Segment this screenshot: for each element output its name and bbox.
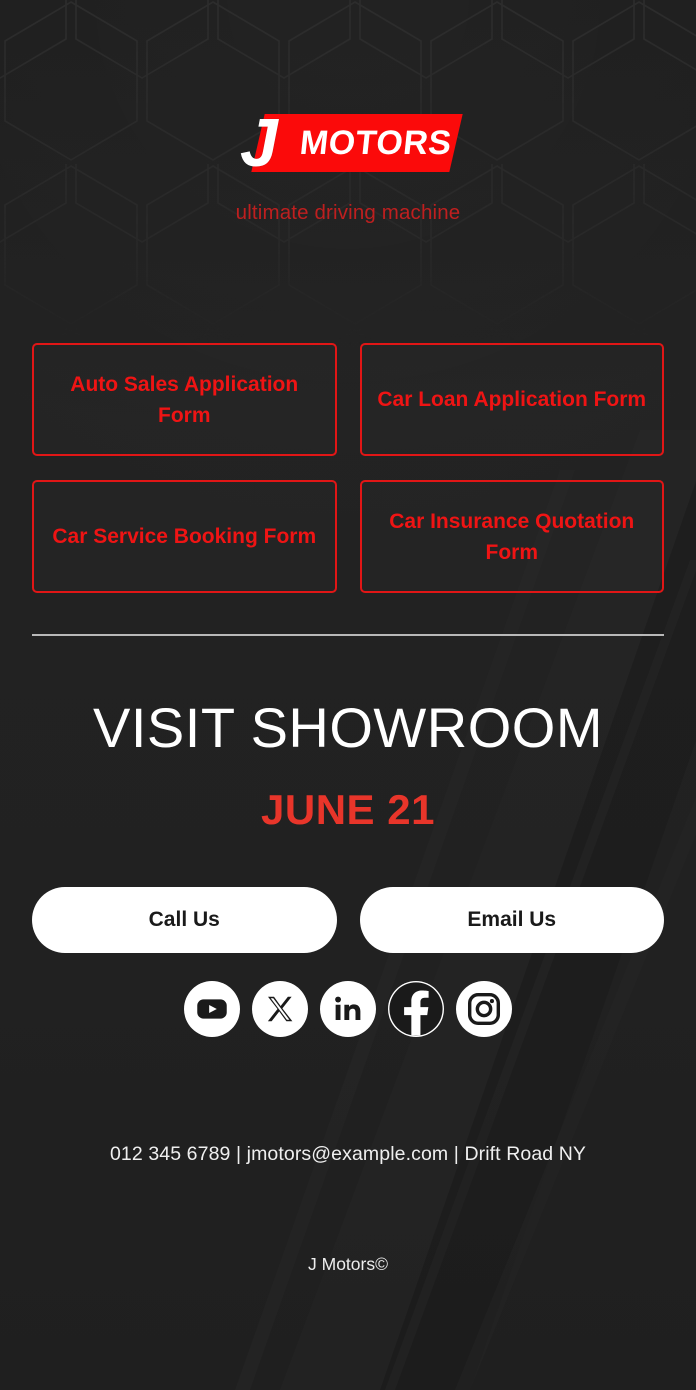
showroom-section: VISIT SHOWROOM JUNE 21	[0, 698, 696, 833]
brand-header: J MOTORS ultimate driving machine	[0, 0, 696, 225]
youtube-icon	[197, 999, 227, 1019]
form-links-grid: Auto Sales Application Form Car Loan App…	[32, 343, 664, 593]
link-in-bio-page: J MOTORS ultimate driving machine Auto S…	[0, 0, 696, 1390]
brand-tagline: ultimate driving machine	[235, 201, 461, 224]
instagram-icon	[467, 992, 501, 1026]
social-link-linkedin[interactable]	[320, 981, 376, 1037]
contact-info-line: 012 345 6789 | jmotors@example.com | Dri…	[109, 1143, 587, 1165]
social-links-row	[0, 981, 696, 1037]
email-us-button[interactable]: Email Us	[359, 887, 664, 953]
section-divider	[32, 634, 664, 636]
logo-letter-j: J	[240, 105, 278, 181]
brand-logo: J MOTORS	[240, 105, 463, 181]
social-link-youtube[interactable]	[184, 981, 240, 1037]
showroom-title: VISIT SHOWROOM	[93, 696, 603, 759]
call-us-button[interactable]: Call Us	[32, 887, 337, 953]
social-link-x[interactable]	[252, 981, 308, 1037]
contact-cta-row: Call Us Email Us	[32, 887, 664, 953]
x-twitter-icon	[267, 996, 293, 1022]
copyright-text: J Motors©	[308, 1254, 388, 1274]
linkedin-icon	[335, 996, 361, 1020]
form-button-car-loan[interactable]: Car Loan Application Form	[359, 343, 664, 456]
form-button-car-service[interactable]: Car Service Booking Form	[32, 480, 337, 593]
social-link-facebook[interactable]	[388, 981, 444, 1037]
logo-wordmark: MOTORS	[298, 124, 454, 162]
showroom-date: JUNE 21	[261, 786, 435, 833]
facebook-icon	[389, 982, 443, 1036]
form-button-auto-sales[interactable]: Auto Sales Application Form	[32, 343, 337, 456]
social-link-instagram[interactable]	[456, 981, 512, 1037]
form-button-car-insurance[interactable]: Car Insurance Quotation Form	[359, 480, 664, 593]
